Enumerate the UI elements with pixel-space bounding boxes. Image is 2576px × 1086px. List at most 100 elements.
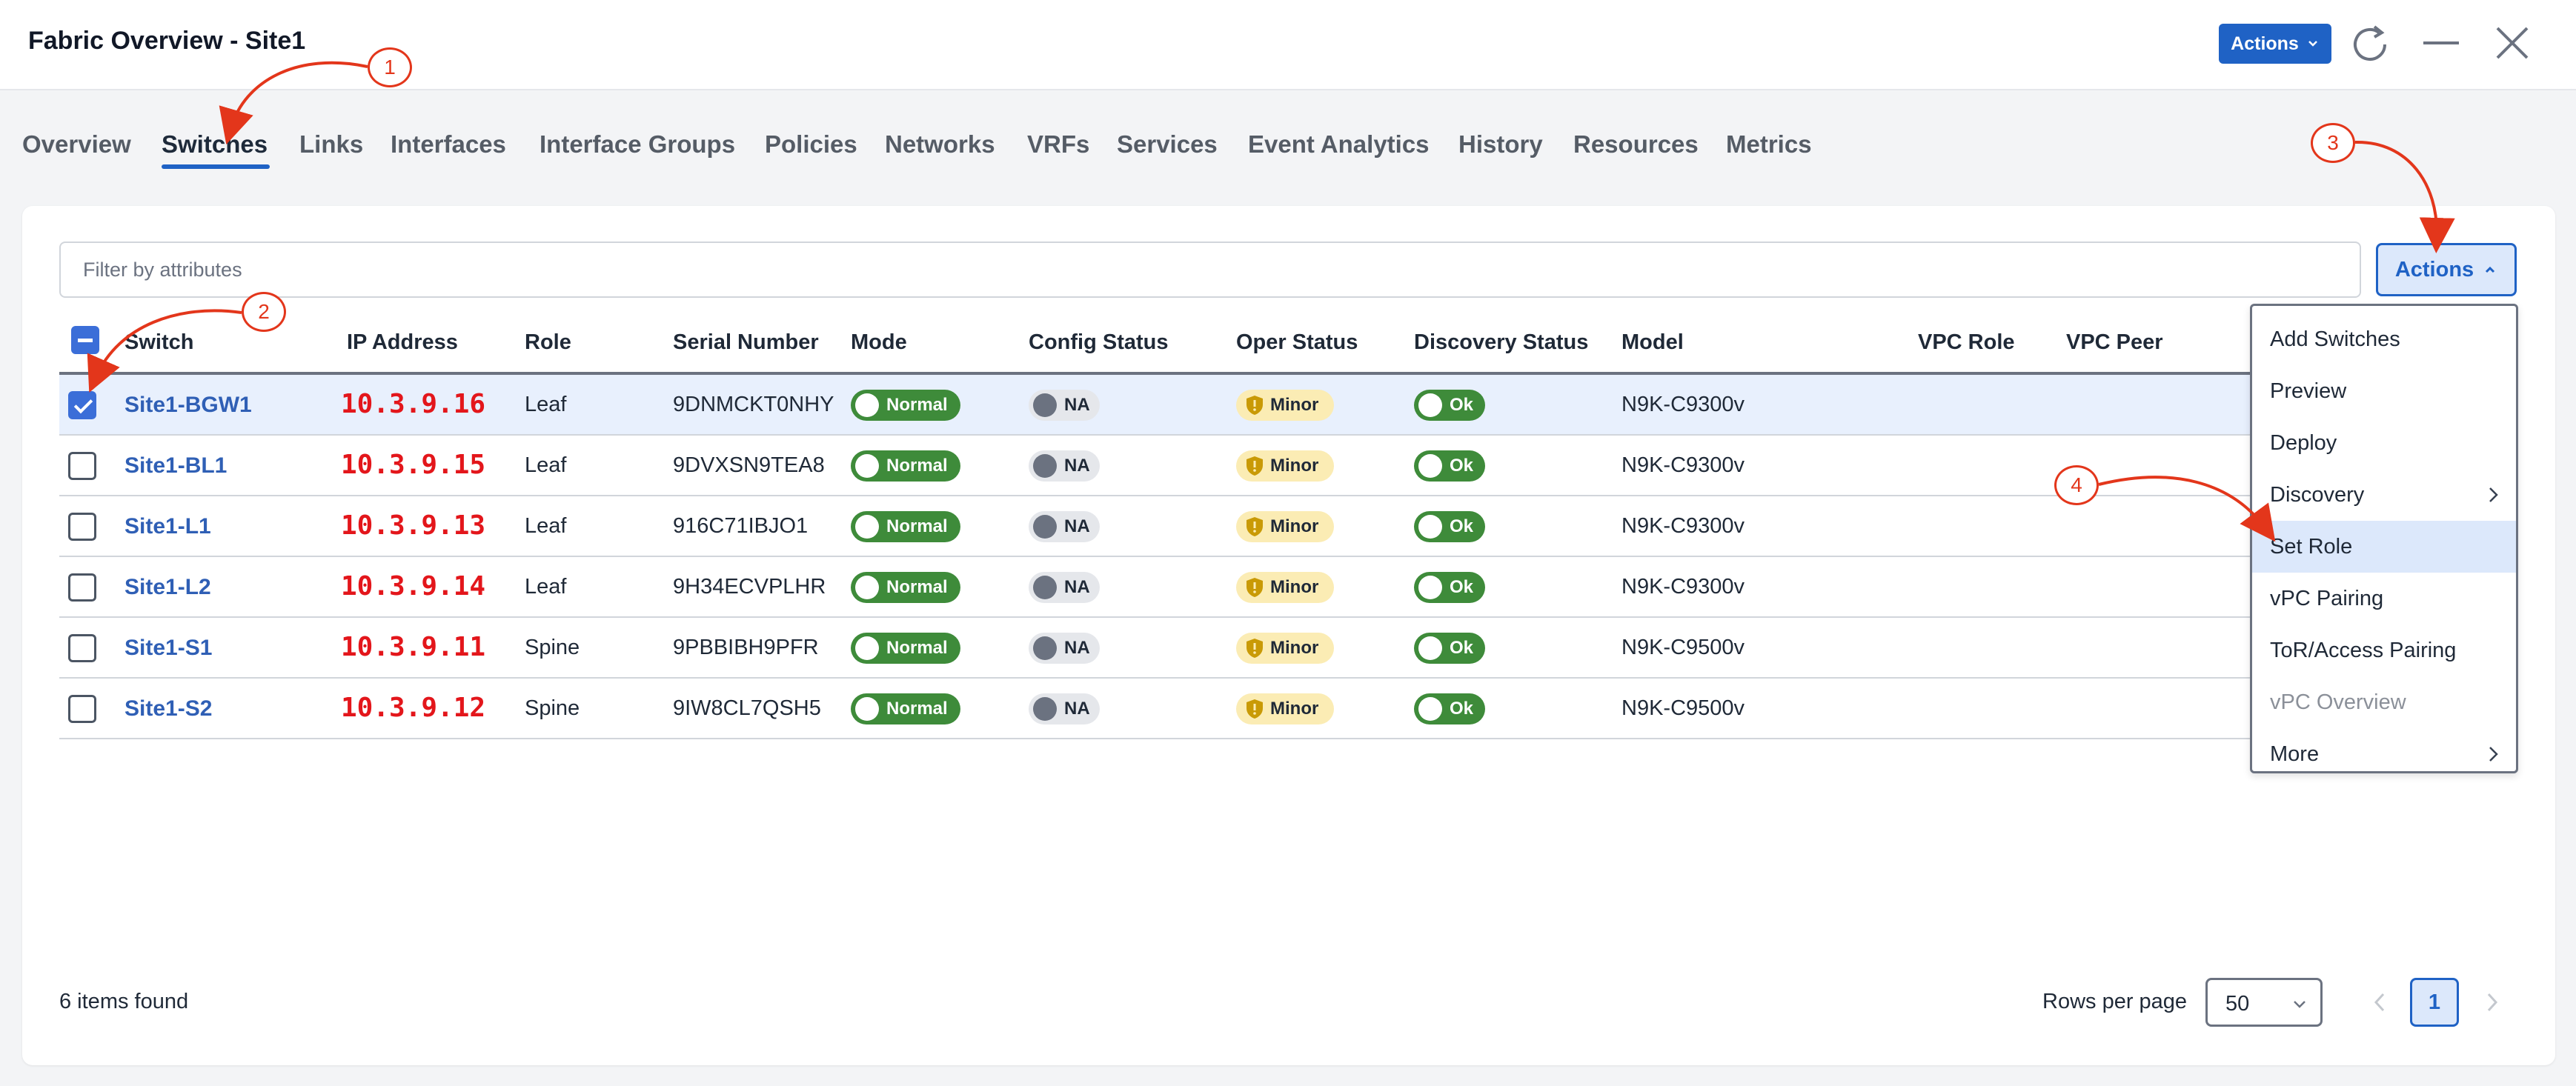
- menu-item-tor-access-pairing[interactable]: ToR/Access Pairing: [2252, 624, 2516, 676]
- tab-vrfs[interactable]: VRFs: [1027, 130, 1089, 159]
- toggle-dot-icon: [855, 636, 879, 660]
- row-checkbox[interactable]: [68, 695, 96, 723]
- toggle-dot-icon: [855, 515, 879, 539]
- menu-item-vpc-pairing[interactable]: vPC Pairing: [2252, 573, 2516, 624]
- switch-name-link[interactable]: Site1-BL1: [125, 453, 227, 479]
- tab-links[interactable]: Links: [299, 130, 363, 159]
- config-status-badge: NA: [1029, 450, 1100, 482]
- status-dot-icon: [1033, 697, 1057, 721]
- menu-item-more[interactable]: More: [2252, 728, 2516, 780]
- oper-status-label: Minor: [1270, 456, 1319, 476]
- config-status-label: NA: [1064, 395, 1090, 415]
- column-header-discovery-status[interactable]: Discovery Status: [1414, 330, 1588, 355]
- tab-interface-groups[interactable]: Interface Groups: [540, 130, 735, 159]
- chevron-right-icon: [2489, 747, 2498, 762]
- switch-name-link[interactable]: Site1-BGW1: [125, 393, 252, 418]
- previous-page-button[interactable]: [2355, 978, 2404, 1027]
- config-status-label: NA: [1064, 699, 1090, 719]
- column-header-model[interactable]: Model: [1621, 330, 1684, 355]
- row-checkbox[interactable]: [68, 452, 96, 480]
- oper-status-badge: Minor: [1236, 572, 1334, 603]
- shield-warning-icon: [1246, 578, 1263, 597]
- discovery-status-label: Ok: [1450, 577, 1474, 597]
- column-header-ip-address[interactable]: IP Address: [347, 330, 458, 355]
- config-status-label: NA: [1064, 456, 1090, 476]
- active-tab-indicator: [162, 164, 270, 169]
- toggle-dot-icon: [1418, 697, 1442, 721]
- refresh-icon[interactable]: [2348, 21, 2392, 65]
- tab-overview[interactable]: Overview: [22, 130, 131, 159]
- toggle-dot-icon: [855, 697, 879, 721]
- tab-services[interactable]: Services: [1117, 130, 1218, 159]
- tab-switches[interactable]: Switches: [162, 130, 268, 159]
- header-actions-button[interactable]: Actions: [2219, 24, 2331, 64]
- switch-name-link[interactable]: Site1-S2: [125, 696, 212, 722]
- tab-resources[interactable]: Resources: [1573, 130, 1699, 159]
- column-header-serial-number[interactable]: Serial Number: [673, 330, 819, 355]
- toggle-dot-icon: [1418, 515, 1442, 539]
- mode-badge: Normal: [851, 572, 960, 603]
- ip-address: 10.3.9.12: [341, 693, 486, 723]
- toggle-dot-icon: [1418, 576, 1442, 599]
- row-checkbox[interactable]: [68, 391, 96, 419]
- serial-number-cell: 9PBBIBH9PFR: [673, 636, 819, 659]
- switch-name-link[interactable]: Site1-L1: [125, 514, 211, 539]
- oper-status-label: Minor: [1270, 638, 1319, 658]
- switch-name-link[interactable]: Site1-S1: [125, 636, 212, 661]
- oper-status-badge: Minor: [1236, 390, 1334, 421]
- rows-per-page-value: 50: [2225, 992, 2250, 1016]
- rows-per-page-select[interactable]: 50: [2205, 978, 2323, 1027]
- minimize-icon[interactable]: [2419, 21, 2463, 65]
- chevron-down-icon: [2308, 41, 2317, 47]
- menu-item-preview[interactable]: Preview: [2252, 365, 2516, 417]
- mode-badge: Normal: [851, 511, 960, 542]
- tab-event-analytics[interactable]: Event Analytics: [1248, 130, 1430, 159]
- column-header-config-status[interactable]: Config Status: [1029, 330, 1169, 355]
- row-checkbox[interactable]: [68, 513, 96, 541]
- serial-number-cell: 9DVXSN9TEA8: [673, 453, 825, 477]
- mode-badge-label: Normal: [886, 516, 948, 536]
- row-checkbox[interactable]: [68, 573, 96, 602]
- column-header-vpc-peer[interactable]: VPC Peer: [2066, 330, 2163, 355]
- actions-dropdown-label: Actions: [2394, 257, 2474, 282]
- tab-history[interactable]: History: [1458, 130, 1543, 159]
- actions-menu: Add Switches Preview Deploy Discovery Se…: [2250, 304, 2518, 773]
- column-header-switch[interactable]: Switch: [125, 330, 193, 355]
- tab-policies[interactable]: Policies: [765, 130, 857, 159]
- next-page-button[interactable]: [2468, 978, 2517, 1027]
- chevron-right-icon: [2489, 487, 2498, 502]
- menu-item-set-role[interactable]: Set Role: [2252, 521, 2516, 573]
- mode-badge: Normal: [851, 450, 960, 482]
- menu-item-add-switches[interactable]: Add Switches: [2252, 313, 2516, 365]
- menu-item-deploy[interactable]: Deploy: [2252, 417, 2516, 469]
- shield-warning-icon: [1246, 456, 1263, 476]
- column-header-mode[interactable]: Mode: [851, 330, 907, 355]
- shield-warning-icon: [1246, 699, 1263, 719]
- close-icon[interactable]: [2490, 21, 2534, 65]
- page-1-button[interactable]: 1: [2410, 978, 2459, 1027]
- switch-name-link[interactable]: Site1-L2: [125, 575, 211, 600]
- tab-networks[interactable]: Networks: [885, 130, 995, 159]
- menu-item-label: Preview: [2270, 379, 2347, 403]
- status-dot-icon: [1033, 454, 1057, 478]
- shield-warning-icon: [1246, 517, 1263, 536]
- tab-interfaces[interactable]: Interfaces: [391, 130, 506, 159]
- filter-input[interactable]: [59, 241, 2361, 298]
- mode-badge-label: Normal: [886, 638, 948, 658]
- tab-bar: Overview Switches Links Interfaces Inter…: [0, 111, 2576, 178]
- actions-dropdown-button[interactable]: Actions: [2376, 243, 2517, 296]
- column-header-oper-status[interactable]: Oper Status: [1236, 330, 1358, 355]
- tab-metrics[interactable]: Metrics: [1726, 130, 1812, 159]
- mode-badge: Normal: [851, 693, 960, 724]
- menu-item-discovery[interactable]: Discovery: [2252, 469, 2516, 521]
- discovery-status-label: Ok: [1450, 516, 1474, 536]
- menu-item-label: Set Role: [2270, 534, 2353, 559]
- column-header-role[interactable]: Role: [525, 330, 571, 355]
- shield-warning-icon: [1246, 639, 1263, 658]
- column-header-vpc-role[interactable]: VPC Role: [1918, 330, 2015, 355]
- serial-number-cell: 916C71IBJO1: [673, 514, 809, 538]
- model-cell: N9K-C9300v: [1621, 453, 1745, 477]
- chevron-left-icon: [2374, 993, 2385, 1012]
- select-all-checkbox[interactable]: [71, 326, 99, 354]
- row-checkbox[interactable]: [68, 634, 96, 662]
